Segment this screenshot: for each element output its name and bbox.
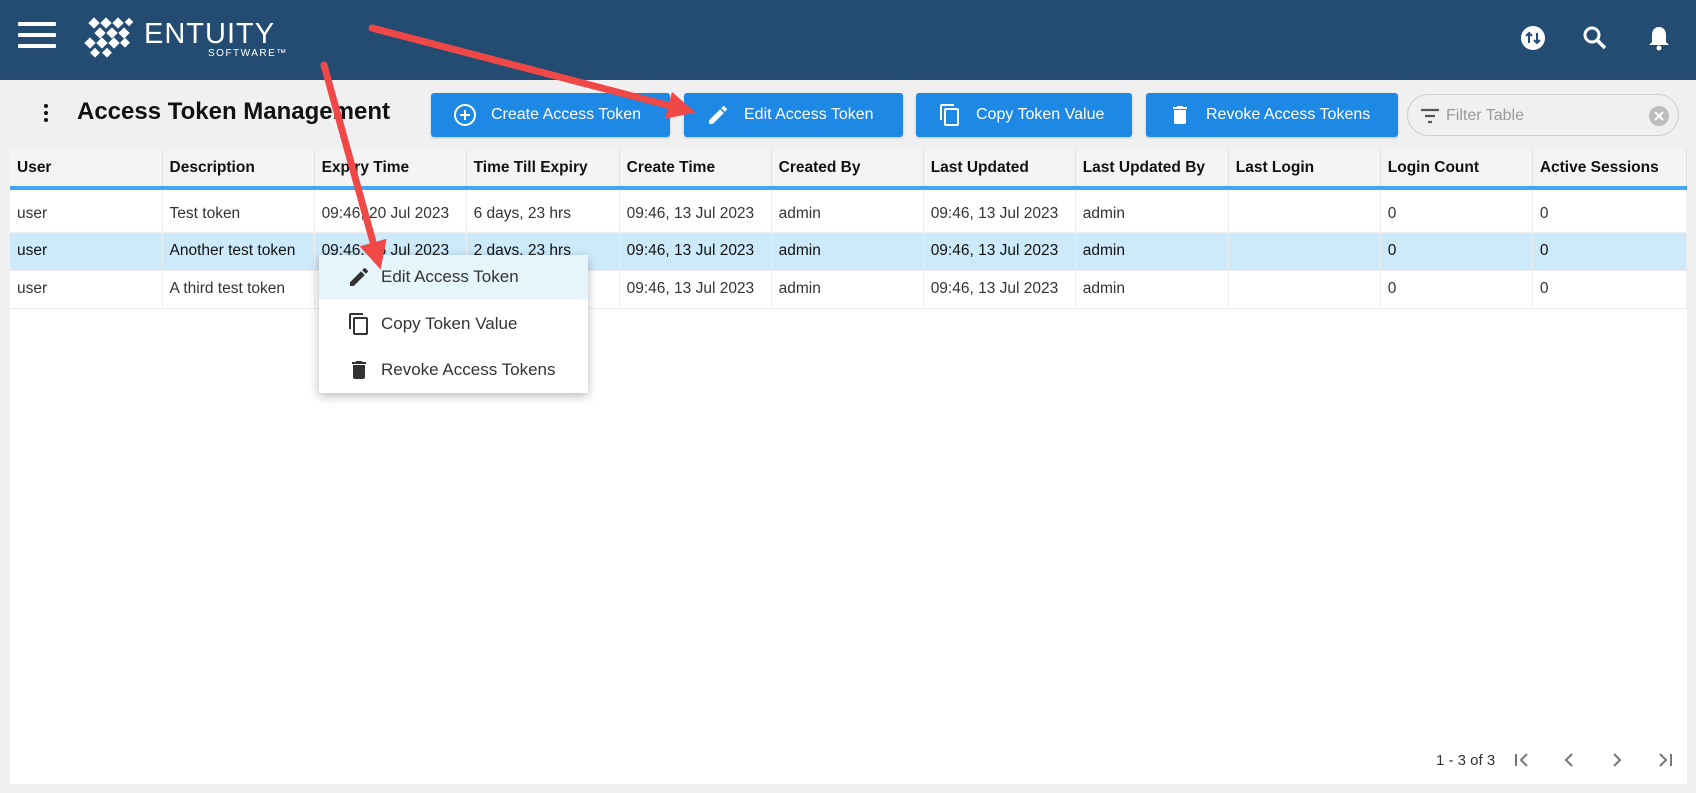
edit-access-token-button[interactable]: Edit Access Token xyxy=(684,93,903,137)
trash-icon xyxy=(1173,106,1187,124)
cell-description: Test token xyxy=(162,188,315,233)
cell-description: A third test token xyxy=(162,270,315,309)
edit-access-token-label: Edit Access Token xyxy=(744,106,874,123)
cell-login-count: 0 xyxy=(1380,188,1533,233)
cell-last-updated: 09:46, 13 Jul 2023 xyxy=(923,270,1076,309)
hamburger-menu-icon[interactable] xyxy=(18,22,56,52)
pagination-range: 1 - 3 of 3 xyxy=(1436,752,1496,769)
filter-table-field[interactable] xyxy=(1407,94,1679,136)
cell-last-updated-by: admin xyxy=(1075,270,1229,309)
context-menu-copy-token-value[interactable]: Copy Token Value xyxy=(319,302,588,346)
cell-create-time: 09:46, 13 Jul 2023 xyxy=(619,232,772,271)
cell-last-updated: 09:46, 13 Jul 2023 xyxy=(923,232,1076,271)
notifications-bell-icon[interactable] xyxy=(1645,24,1675,54)
table-row[interactable]: user Test token 09:46, 20 Jul 2023 6 day… xyxy=(10,188,1688,233)
column-header-create-time[interactable]: Create Time xyxy=(619,150,772,190)
context-menu-item-label: Revoke Access Tokens xyxy=(381,360,556,379)
context-menu-revoke-access-tokens[interactable]: Revoke Access Tokens xyxy=(319,348,588,392)
more-options-icon[interactable] xyxy=(40,104,52,126)
next-page-icon[interactable] xyxy=(1605,748,1629,772)
trash-icon xyxy=(352,361,366,379)
access-token-table: User Description Expiry Time Time Till E… xyxy=(10,150,1688,309)
pencil-icon xyxy=(709,105,728,124)
column-header-description[interactable]: Description xyxy=(162,150,315,190)
cell-last-updated-by: admin xyxy=(1075,232,1229,271)
copy-icon xyxy=(349,313,368,335)
column-header-last-updated-by[interactable]: Last Updated By xyxy=(1075,150,1229,190)
cell-login-count: 0 xyxy=(1380,270,1533,309)
copy-token-value-button[interactable]: Copy Token Value xyxy=(916,93,1132,137)
column-header-last-updated[interactable]: Last Updated xyxy=(923,150,1076,190)
filter-icon xyxy=(1421,108,1439,124)
logo-title: ENTUITY xyxy=(144,18,276,50)
cell-user: user xyxy=(10,270,163,309)
row-context-menu: Edit Access Token Copy Token Value Revok… xyxy=(319,255,588,393)
previous-page-icon[interactable] xyxy=(1557,748,1581,772)
copy-token-value-label: Copy Token Value xyxy=(976,106,1105,123)
context-menu-item-label: Edit Access Token xyxy=(381,267,519,286)
clear-filter-icon[interactable] xyxy=(1648,105,1670,127)
cell-active-sessions: 0 xyxy=(1532,270,1688,309)
cell-last-login xyxy=(1228,270,1381,309)
cell-login-count: 0 xyxy=(1380,232,1533,271)
cell-expiry-time: 09:46, 20 Jul 2023 xyxy=(314,188,467,233)
cell-time-till-expiry: 6 days, 23 hrs xyxy=(466,188,620,233)
pencil-icon xyxy=(350,267,369,286)
column-header-last-login[interactable]: Last Login xyxy=(1228,150,1381,190)
search-icon[interactable] xyxy=(1581,24,1611,54)
context-menu-edit-access-token[interactable]: Edit Access Token xyxy=(319,255,588,299)
first-page-icon[interactable] xyxy=(1510,748,1534,772)
logo-subtitle: SOFTWARE™ xyxy=(208,48,288,59)
column-header-active-sessions[interactable]: Active Sessions xyxy=(1532,150,1688,190)
revoke-access-tokens-label: Revoke Access Tokens xyxy=(1206,106,1371,123)
cell-created-by: admin xyxy=(771,188,924,233)
table-row-selected[interactable]: user Another test token 09:46, 16 Jul 20… xyxy=(10,232,1688,271)
column-header-time-till-expiry[interactable]: Time Till Expiry xyxy=(466,150,620,190)
revoke-access-tokens-button[interactable]: Revoke Access Tokens xyxy=(1146,93,1398,137)
context-menu-item-label: Copy Token Value xyxy=(381,314,518,333)
entuity-logo: ENTUITY SOFTWARE™ xyxy=(84,16,288,64)
cell-created-by: admin xyxy=(771,270,924,309)
column-header-login-count[interactable]: Login Count xyxy=(1380,150,1533,190)
table-row[interactable]: user A third test token 09:46, 13 Jul 20… xyxy=(10,270,1688,309)
add-circle-icon xyxy=(454,104,476,126)
cell-created-by: admin xyxy=(771,232,924,271)
cell-create-time: 09:46, 13 Jul 2023 xyxy=(619,188,772,233)
page-title: Access Token Management xyxy=(77,98,390,125)
cell-user: user xyxy=(10,232,163,271)
table-header-row: User Description Expiry Time Time Till E… xyxy=(10,150,1688,190)
cell-user: user xyxy=(10,188,163,233)
column-header-expiry-time[interactable]: Expiry Time xyxy=(314,150,467,190)
cell-active-sessions: 0 xyxy=(1532,188,1688,233)
last-page-icon[interactable] xyxy=(1653,748,1677,772)
cell-active-sessions: 0 xyxy=(1532,232,1688,271)
filter-table-input[interactable] xyxy=(1446,104,1636,128)
sync-icon[interactable] xyxy=(1519,24,1549,54)
cell-description: Another test token xyxy=(162,232,315,271)
page-toolbar: Access Token Management Create Access To… xyxy=(10,80,1687,150)
page-content: Access Token Management Create Access To… xyxy=(10,80,1688,784)
column-header-created-by[interactable]: Created By xyxy=(771,150,924,190)
cell-create-time: 09:46, 13 Jul 2023 xyxy=(619,270,772,309)
top-app-bar: ENTUITY SOFTWARE™ xyxy=(0,0,1696,80)
cell-last-login xyxy=(1228,232,1381,271)
create-access-token-button[interactable]: Create Access Token xyxy=(431,93,670,137)
column-header-user[interactable]: User xyxy=(10,150,163,190)
cell-last-updated: 09:46, 13 Jul 2023 xyxy=(923,188,1076,233)
copy-icon xyxy=(940,104,959,126)
create-access-token-label: Create Access Token xyxy=(491,106,642,123)
logo-mark-icon xyxy=(84,17,134,58)
cell-last-login xyxy=(1228,188,1381,233)
cell-last-updated-by: admin xyxy=(1075,188,1229,233)
